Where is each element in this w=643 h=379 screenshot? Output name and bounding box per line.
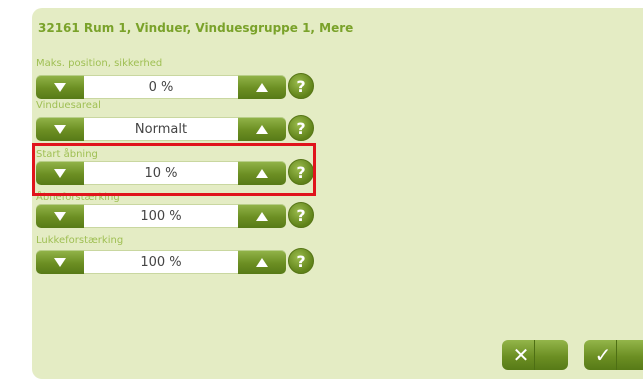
value-field: 0 % — [84, 75, 238, 99]
stepper-close-gain: 100 % ? — [36, 248, 316, 274]
close-icon: ✕ — [512, 343, 530, 367]
decrease-button[interactable] — [36, 204, 84, 228]
help-icon[interactable]: ? — [288, 248, 314, 274]
arrow-down-icon — [54, 257, 66, 267]
increase-button[interactable] — [238, 250, 286, 274]
value-field: 100 % — [84, 250, 238, 274]
value-field: 100 % — [84, 204, 238, 228]
stepper-window-area: Normalt ? — [36, 115, 316, 141]
button-divider — [616, 340, 617, 370]
decrease-button[interactable] — [36, 75, 84, 99]
check-icon: ✓ — [594, 343, 612, 367]
decrease-button[interactable] — [36, 117, 84, 141]
help-icon[interactable]: ? — [288, 115, 314, 141]
value-field: Normalt — [84, 117, 238, 141]
decrease-button[interactable] — [36, 250, 84, 274]
arrow-down-icon — [54, 211, 66, 221]
label-close-gain: Lukkeforstærking — [36, 235, 124, 246]
selection-highlight — [32, 143, 316, 196]
stepper-open-gain: 100 % ? — [36, 202, 316, 228]
label-max-position: Maks. position, sikkerhed — [36, 58, 163, 69]
help-icon[interactable]: ? — [288, 202, 314, 228]
help-icon[interactable]: ? — [288, 73, 314, 99]
increase-button[interactable] — [238, 75, 286, 99]
confirm-button[interactable]: ✓ — [584, 340, 643, 370]
arrow-up-icon — [256, 82, 268, 92]
stepper-max-position: 0 % ? — [36, 73, 316, 99]
cancel-button[interactable]: ✕ — [502, 340, 568, 370]
arrow-down-icon — [54, 82, 66, 92]
increase-button[interactable] — [238, 117, 286, 141]
button-divider — [534, 340, 535, 370]
page-title: 32161 Rum 1, Vinduer, Vinduesgruppe 1, M… — [38, 21, 354, 35]
arrow-up-icon — [256, 124, 268, 134]
arrow-up-icon — [256, 257, 268, 267]
arrow-up-icon — [256, 211, 268, 221]
label-window-area: Vinduesareal — [36, 100, 101, 111]
increase-button[interactable] — [238, 204, 286, 228]
arrow-down-icon — [54, 124, 66, 134]
